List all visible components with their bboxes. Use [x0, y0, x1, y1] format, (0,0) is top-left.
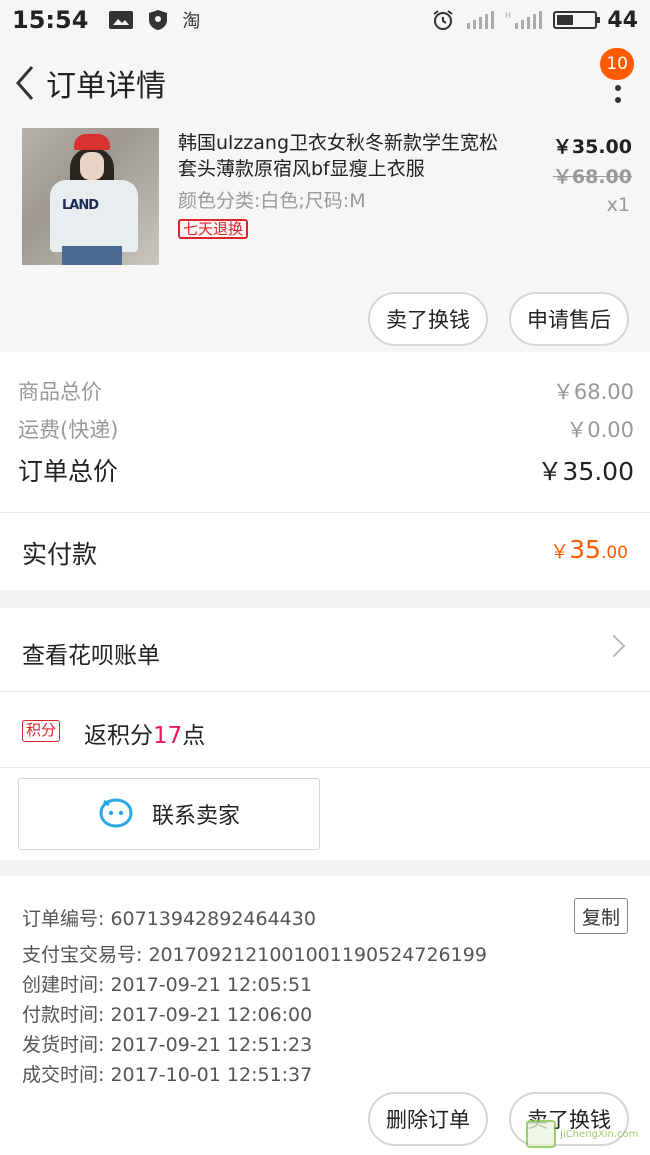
title-bar: 订单详情 10 — [0, 40, 650, 126]
product-quantity: x1 — [606, 194, 630, 216]
points-text: 返积分17点 — [84, 716, 205, 750]
price-summary: 商品总价 ￥68.00 运费(快递) ￥0.00 订单总价 ￥35.00 — [0, 352, 650, 512]
battery-level: 44 — [607, 7, 638, 33]
status-right-icons: H 44 — [431, 8, 638, 33]
taobao-icon: 淘 — [182, 11, 201, 32]
points-tag: 积分 — [22, 720, 61, 742]
paid-time: 付款时间: 2017-09-21 12:06:00 — [22, 1004, 313, 1026]
alipay-trade-number: 支付宝交易号: 2017092121001001190524726199 — [22, 944, 487, 966]
picture-icon — [109, 11, 134, 29]
goods-total-value: ￥68.00 — [552, 380, 634, 404]
created-time: 创建时间: 2017-09-21 12:05:51 — [22, 974, 313, 996]
order-total-value: ￥35.00 — [537, 457, 634, 486]
order-number: 订单编号: 60713942892464430 — [22, 908, 316, 930]
thumbnail-shirt-print: LAND — [62, 198, 99, 213]
notification-badge: 10 — [600, 48, 634, 80]
delete-order-button[interactable]: 删除订单 — [368, 1092, 488, 1146]
return-policy-tag: 七天退换 — [178, 219, 249, 239]
goods-total-label: 商品总价 — [18, 380, 102, 404]
shipping-label: 运费(快递) — [18, 418, 119, 442]
status-bar: 15:54 淘 H 44 — [0, 0, 650, 40]
shield-icon — [149, 10, 168, 30]
product-spec: 颜色分类:白色;尺码:M — [178, 190, 366, 212]
svg-text:H: H — [505, 11, 511, 20]
paid-decimal: .00 — [600, 543, 628, 563]
signal-icon — [467, 11, 495, 29]
product-thumbnail[interactable]: LAND — [22, 128, 159, 265]
watermark-text: JiChengXin.com — [560, 1128, 639, 1140]
contact-seller-button[interactable]: 联系卖家 — [18, 778, 320, 850]
contact-seller-label: 联系卖家 — [151, 804, 240, 829]
sell-for-cash-button[interactable]: 卖了换钱 — [368, 292, 488, 346]
back-button[interactable] — [2, 53, 48, 113]
actual-payment-row: 实付款 ￥35.00 — [0, 512, 650, 590]
status-time: 15:54 — [12, 6, 89, 34]
copy-order-number-button[interactable]: 复制 — [574, 898, 628, 934]
paid-integer: 35 — [569, 535, 601, 564]
signal-icon: H — [505, 11, 543, 29]
chat-bubble-icon — [99, 798, 133, 828]
paid-currency: ￥ — [550, 541, 570, 563]
order-total-row: 订单总价 ￥35.00 — [18, 452, 634, 488]
points-suffix: 点 — [182, 723, 206, 749]
contact-section: 联系卖家 — [0, 768, 650, 860]
back-arrow-icon — [16, 66, 34, 100]
alarm-icon — [433, 10, 453, 30]
points-row: 积分 返积分17点 — [0, 692, 650, 768]
actual-payment-value: ￥35.00 — [550, 535, 628, 564]
actual-payment-label: 实付款 — [22, 540, 98, 569]
status-left-icons: 淘 — [108, 7, 200, 33]
points-number: 17 — [153, 723, 183, 749]
goods-total-row: 商品总价 ￥68.00 — [18, 376, 634, 406]
chevron-right-icon — [602, 634, 626, 658]
shipping-value: ￥0.00 — [566, 418, 634, 442]
huabei-bill-label: 查看花呗账单 — [22, 643, 160, 669]
order-info: 订单编号: 60713942892464430 复制 支付宝交易号: 20170… — [0, 876, 650, 1155]
battery-icon — [553, 11, 601, 29]
shipping-row: 运费(快递) ￥0.00 — [18, 414, 634, 444]
product-card[interactable]: LAND 韩国ulzzang卫衣女秋冬新款学生宽松套头薄款原宿风bf显瘦上衣服 … — [0, 126, 650, 352]
watermark: JiChengXin.com — [526, 1116, 646, 1152]
points-prefix: 返积分 — [84, 723, 153, 749]
page-title: 订单详情 — [46, 69, 166, 104]
after-sale-button[interactable]: 申请售后 — [509, 292, 629, 346]
order-total-label: 订单总价 — [18, 457, 119, 486]
completed-time: 成交时间: 2017-10-01 12:51:37 — [22, 1064, 313, 1086]
product-original-price: ￥68.00 — [552, 166, 632, 188]
watermark-logo-icon — [526, 1120, 556, 1148]
product-price: ￥35.00 — [552, 136, 632, 158]
huabei-bill-row[interactable]: 查看花呗账单 — [0, 608, 650, 692]
shipped-time: 发货时间: 2017-09-21 12:51:23 — [22, 1034, 313, 1056]
product-name: 韩国ulzzang卫衣女秋冬新款学生宽松套头薄款原宿风bf显瘦上衣服 — [178, 132, 499, 180]
